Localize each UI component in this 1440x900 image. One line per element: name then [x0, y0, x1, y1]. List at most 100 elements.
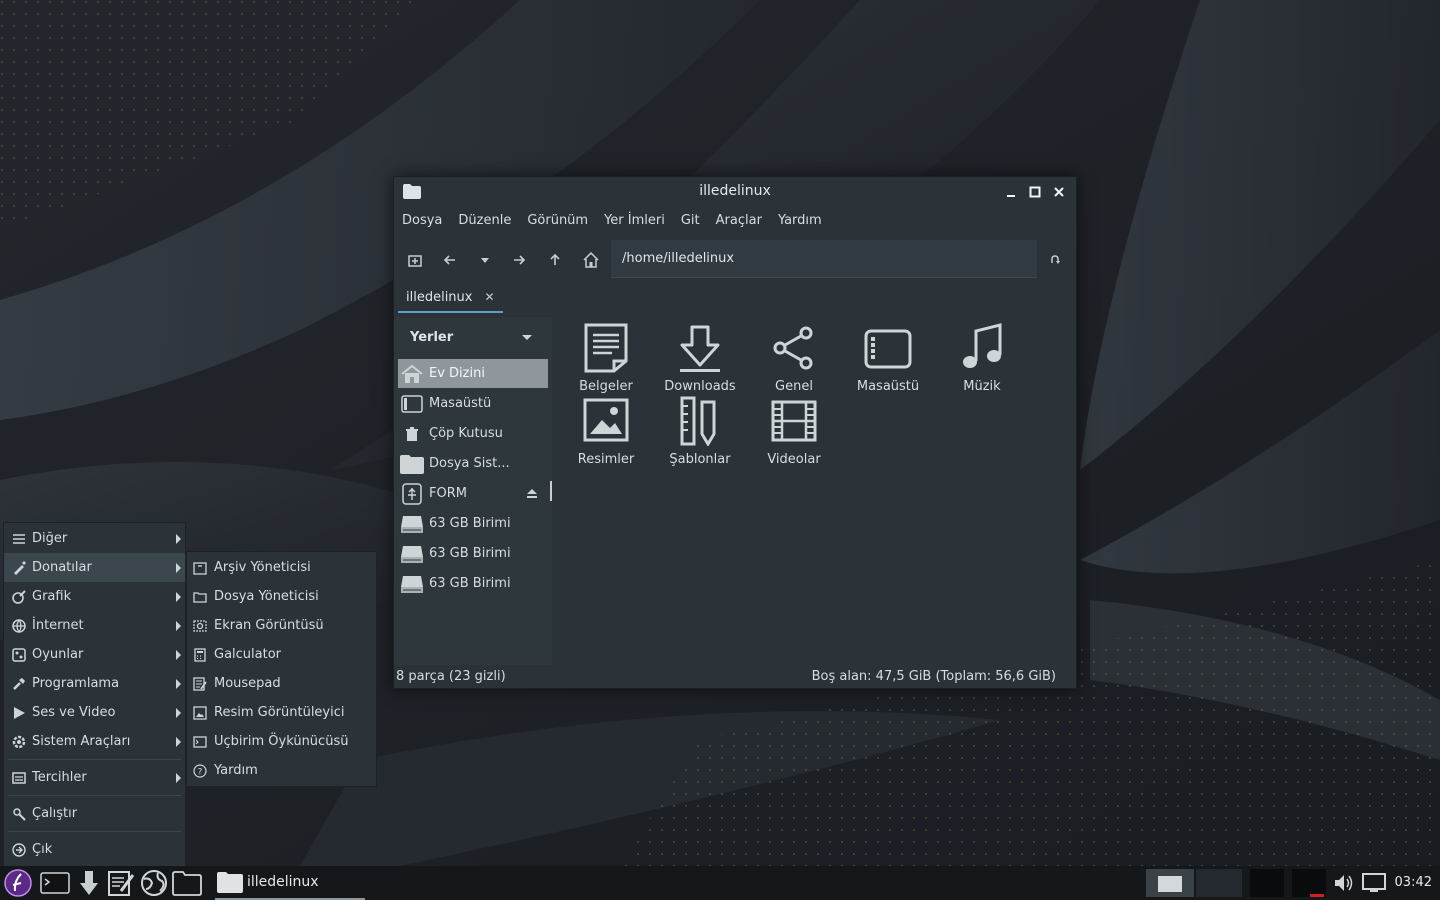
menu-item-label: Oyunlar [32, 647, 84, 662]
history-dropdown-button[interactable] [473, 248, 497, 272]
text-editor-icon [108, 871, 135, 896]
app-menu-button[interactable] [3, 868, 33, 898]
menu-item-donatilar[interactable]: Donatılar [4, 553, 185, 582]
sidebar-item-cop-kutusu[interactable]: Çöp Kutusu [398, 419, 548, 448]
submenu-item-mousepad[interactable]: Mousepad [187, 669, 376, 698]
file-belgeler[interactable]: Belgeler [559, 323, 653, 394]
workspace-3[interactable] [1250, 869, 1284, 897]
minimize-button[interactable] [1002, 183, 1020, 201]
forward-button[interactable] [507, 248, 531, 272]
sidebar-item-label: 63 GB Birimi [429, 516, 511, 531]
file-downloads[interactable]: Downloads [653, 323, 747, 394]
display-control[interactable] [1362, 871, 1386, 895]
file-name: Resimler [577, 452, 635, 467]
menu-item-internet[interactable]: İnternet [4, 611, 185, 640]
templates-folder-icon [680, 396, 716, 447]
reload-button[interactable] [1043, 248, 1067, 272]
back-button[interactable] [438, 248, 462, 272]
file-sablonlar[interactable]: Şablonlar [653, 396, 747, 467]
maximize-button[interactable] [1026, 183, 1044, 201]
sidebar-scrollbar[interactable] [550, 481, 552, 501]
up-button[interactable] [543, 248, 567, 272]
eject-icon[interactable] [526, 487, 538, 499]
file-muzik[interactable]: Müzik [935, 323, 1029, 394]
sidebar-item-masaustu[interactable]: Masaüstü [398, 389, 548, 418]
sidebar-item-dosya-sistemi[interactable]: Dosya Sist... [398, 449, 548, 478]
volume-control[interactable] [1332, 871, 1356, 895]
menu-duzenle[interactable]: Düzenle [450, 211, 519, 233]
submenu-item-arsiv-yoneticisi[interactable]: Arşiv Yöneticisi [187, 553, 376, 582]
trash-icon [400, 422, 424, 446]
videos-folder-icon [771, 400, 817, 442]
folder-icon [217, 872, 243, 893]
back-icon [443, 255, 455, 265]
launcher-text-editor[interactable] [106, 868, 136, 898]
submenu-item-resim-goruntuleyici[interactable]: Resim Görüntüleyici [187, 698, 376, 727]
sidebar-dropdown-icon[interactable] [522, 335, 532, 340]
submenu-item-label: Dosya Yöneticisi [214, 589, 319, 604]
file-resimler[interactable]: Resimler [559, 396, 653, 467]
accessories-icon [10, 559, 28, 577]
launcher-terminal[interactable] [40, 868, 70, 898]
sidebar-item-label: 63 GB Birimi [429, 546, 511, 561]
new-window-button[interactable] [403, 248, 427, 272]
tab-illedelinux[interactable]: illedelinux ✕ [398, 285, 503, 313]
sidebar-item-drive-2[interactable]: 63 GB Birimi [398, 539, 548, 568]
submenu-item-ucbirim[interactable]: Uçbirim Öykünücüsü [187, 727, 376, 756]
location-bar[interactable]: /home/illedelinux [611, 240, 1037, 278]
task-file-manager[interactable]: illedelinux [215, 866, 365, 900]
menu-item-ses-ve-video[interactable]: Ses ve Video [4, 698, 185, 727]
public-folder-icon [773, 326, 813, 370]
menu-item-programlama[interactable]: Programlama [4, 669, 185, 698]
workspace-4[interactable] [1292, 869, 1326, 897]
submenu-arrow-icon [176, 708, 181, 718]
menu-item-oyunlar[interactable]: Oyunlar [4, 640, 185, 669]
menu-item-label: Programlama [32, 676, 120, 691]
sidebar-item-ev-dizini[interactable]: Ev Dizini [398, 359, 548, 388]
menu-yardim[interactable]: Yardım [770, 211, 830, 233]
file-masaustu[interactable]: Masaüstü [841, 323, 935, 394]
menu-item-tercihler[interactable]: Tercihler [4, 763, 185, 792]
menu-item-sistem-araclari[interactable]: Sistem Araçları [4, 727, 185, 756]
window-titlebar[interactable]: illedelinux [394, 177, 1076, 207]
workspace-2[interactable] [1196, 869, 1242, 897]
menu-item-label: İnternet [32, 618, 84, 633]
menu-item-diger[interactable]: Diğer [4, 524, 185, 553]
submenu-item-label: Ekran Görüntüsü [214, 618, 324, 633]
file-genel[interactable]: Genel [747, 323, 841, 394]
sidebar-item-drive-3[interactable]: 63 GB Birimi [398, 569, 548, 598]
close-icon [1054, 187, 1064, 197]
file-name: Belgeler [579, 379, 633, 394]
home-icon [583, 251, 599, 268]
menu-item-calistir[interactable]: Çalıştır [4, 799, 185, 828]
file-videolar[interactable]: Videolar [747, 396, 841, 467]
sidebar-item-drive-1[interactable]: 63 GB Birimi [398, 509, 548, 538]
launcher-downloads[interactable] [74, 868, 104, 898]
launcher-web-browser[interactable] [139, 868, 169, 898]
submenu-item-galculator[interactable]: Galculator [187, 640, 376, 669]
menu-gorunum[interactable]: Görünüm [519, 211, 596, 233]
menu-item-cik[interactable]: Çık [4, 835, 185, 864]
menu-git[interactable]: Git [673, 211, 708, 233]
submenu-item-yardim[interactable]: ? Yardım [187, 756, 376, 785]
workspace-1[interactable] [1146, 869, 1194, 897]
new-window-icon [408, 255, 422, 267]
sidebar-item-form[interactable]: FORM [398, 479, 548, 508]
calculator-icon [192, 647, 208, 663]
places-sidebar: Yerler Ev Dizini Masaüstü Çöp Kutusu Dos… [394, 317, 552, 665]
close-button[interactable] [1050, 183, 1068, 201]
home-button[interactable] [579, 248, 603, 272]
menu-araclar[interactable]: Araçlar [708, 211, 770, 233]
window-title: illedelinux [699, 183, 771, 199]
submenu-item-dosya-yoneticisi[interactable]: Dosya Yöneticisi [187, 582, 376, 611]
menu-item-grafik[interactable]: Grafik [4, 582, 185, 611]
launcher-file-manager[interactable] [172, 868, 202, 898]
sidebar-header[interactable]: Yerler [410, 330, 453, 345]
submenu-item-ekran-goruntusu[interactable]: Ekran Görüntüsü [187, 611, 376, 640]
menu-dosya[interactable]: Dosya [394, 211, 450, 233]
submenu-arrow-icon [176, 563, 181, 573]
menubar: Dosya Düzenle Görünüm Yer İmleri Git Ara… [394, 211, 830, 233]
tab-close-icon[interactable]: ✕ [484, 290, 494, 311]
clock[interactable]: 03:42 [1395, 875, 1432, 890]
menu-yer-imleri[interactable]: Yer İmleri [596, 211, 673, 233]
